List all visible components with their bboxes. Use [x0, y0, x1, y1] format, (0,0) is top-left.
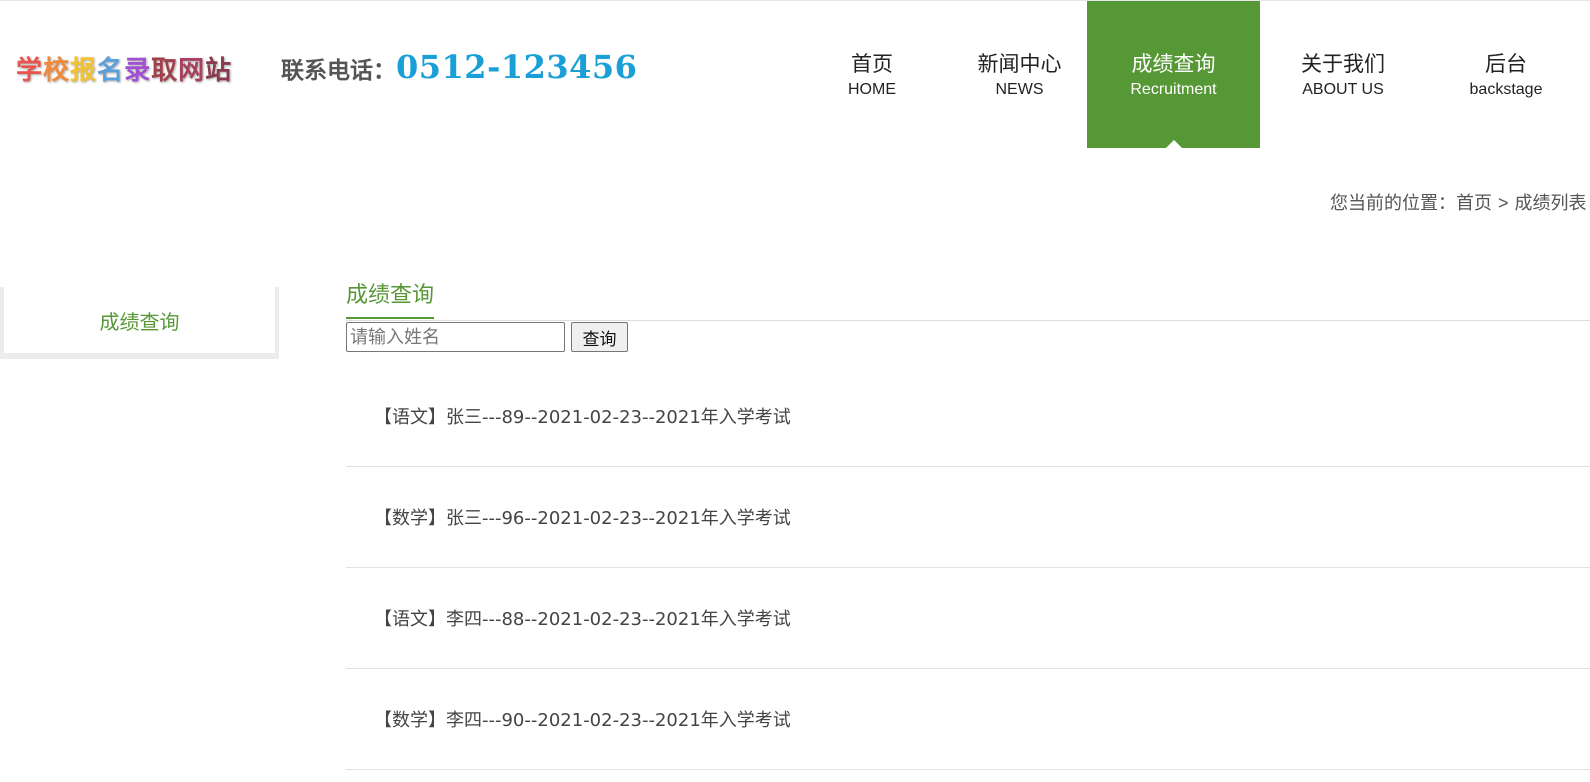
nav-item-label-cn: 新闻中心 [977, 52, 1062, 76]
list-item[interactable]: 【数学】李四---90--2021-02-23--2021年入学考试 [346, 669, 1590, 770]
nav-item-label-en: ABOUT US [1302, 81, 1384, 98]
nav-item-label-cn: 成绩查询 [1131, 52, 1216, 76]
nav-item-label-en: NEWS [995, 81, 1044, 98]
nav-item-about[interactable]: 关于我们 ABOUT US [1260, 1, 1426, 148]
sidebar: 成绩查询 [0, 287, 279, 359]
site-logo[interactable]: 学校报名录取网站 [16, 50, 232, 87]
sidebar-item-score-query[interactable]: 成绩查询 [100, 306, 180, 335]
nav-item-label-cn: 关于我们 [1301, 52, 1385, 76]
contact-info: 联系电话： 0512-123456 [281, 48, 637, 86]
breadcrumb-home-link[interactable]: 首页 [1456, 193, 1492, 214]
nav-item-backstage[interactable]: 后台 backstage [1426, 1, 1586, 148]
section-title: 成绩查询 [346, 281, 435, 319]
nav-item-scores[interactable]: 成绩查询 Recruitment [1087, 1, 1260, 148]
nav-item-label-en: HOME [848, 81, 896, 98]
contact-phone: 0512-123456 [396, 48, 638, 86]
nav-item-label-cn: 首页 [851, 52, 893, 76]
breadcrumb-separator: > [1498, 193, 1509, 213]
result-text: 【语文】张三---89--2021-02-23--2021年入学考试 [374, 407, 791, 428]
name-search-input[interactable] [346, 322, 565, 352]
nav-item-label-en: Recruitment [1130, 81, 1217, 98]
nav-item-home[interactable]: 首页 HOME [792, 1, 952, 148]
nav-item-news[interactable]: 新闻中心 NEWS [952, 1, 1087, 148]
results-list: 【语文】张三---89--2021-02-23--2021年入学考试 【数学】张… [346, 366, 1590, 770]
logo-char: 网 [178, 56, 206, 86]
main-nav: 首页 HOME 新闻中心 NEWS 成绩查询 Recruitment 关于我们 … [792, 1, 1586, 148]
breadcrumb-prefix: 您当前的位置： [1330, 193, 1456, 214]
logo-char: 取 [151, 56, 179, 86]
breadcrumb: 您当前的位置：首页 > 成绩列表 [1330, 189, 1587, 215]
list-item[interactable]: 【数学】张三---96--2021-02-23--2021年入学考试 [346, 467, 1590, 568]
nav-item-label-cn: 后台 [1485, 52, 1527, 76]
logo-char: 录 [124, 56, 152, 86]
logo-char: 校 [43, 56, 71, 86]
contact-label: 联系电话： [281, 58, 396, 84]
result-text: 【数学】李四---90--2021-02-23--2021年入学考试 [374, 710, 791, 731]
list-item[interactable]: 【语文】张三---89--2021-02-23--2021年入学考试 [346, 366, 1590, 467]
result-text: 【语文】李四---88--2021-02-23--2021年入学考试 [374, 609, 791, 630]
breadcrumb-current: 成绩列表 [1514, 193, 1587, 214]
result-text: 【数学】张三---96--2021-02-23--2021年入学考试 [374, 508, 791, 529]
section-divider [346, 320, 1590, 321]
sidebar-panel: 成绩查询 [4, 287, 275, 353]
logo-char: 站 [205, 56, 233, 86]
logo-char: 报 [70, 56, 98, 86]
search-button[interactable]: 查询 [571, 322, 628, 352]
logo-char: 名 [97, 56, 125, 86]
logo-char: 学 [16, 56, 44, 86]
nav-item-label-en: backstage [1469, 81, 1543, 98]
list-item[interactable]: 【语文】李四---88--2021-02-23--2021年入学考试 [346, 568, 1590, 669]
